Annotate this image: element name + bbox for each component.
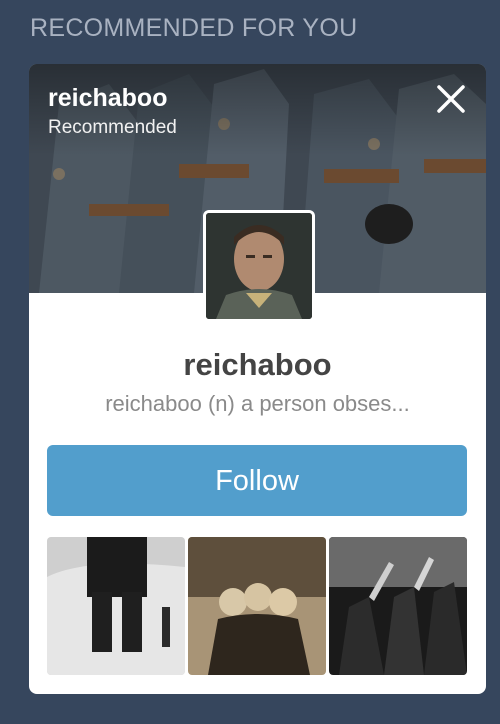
blog-description: reichaboo (n) a person obses... <box>105 391 410 416</box>
avatar[interactable] <box>203 210 315 322</box>
section-title: RECOMMENDED FOR YOU <box>30 14 358 42</box>
recommended-label: Recommended <box>48 117 177 138</box>
blog-name[interactable]: reichaboo <box>29 347 486 383</box>
thumbnail-row <box>47 537 467 675</box>
thumbnail-2[interactable] <box>188 537 326 675</box>
header-blog-name[interactable]: reichaboo <box>48 84 167 113</box>
thumbnail-1[interactable] <box>47 537 185 675</box>
follow-button[interactable]: Follow <box>47 445 467 516</box>
thumbnail-3[interactable] <box>329 537 467 675</box>
close-icon[interactable] <box>435 83 467 115</box>
recommended-blog-card[interactable]: reichaboo Recommended reichaboo reichabo… <box>29 64 486 694</box>
